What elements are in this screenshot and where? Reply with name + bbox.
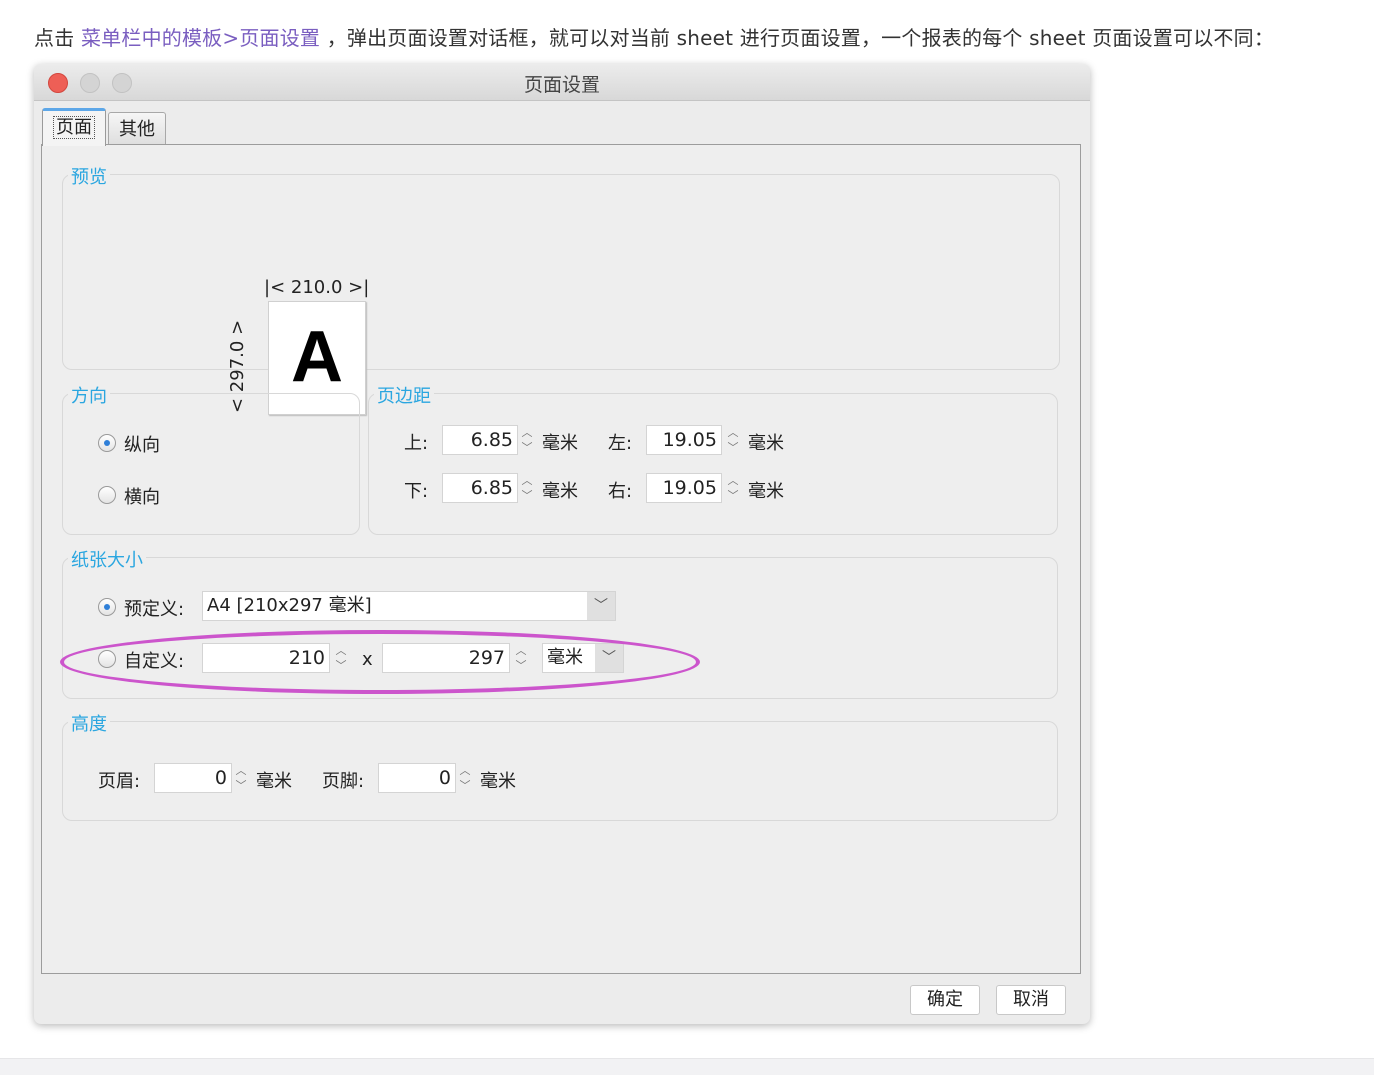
custom-unit-value: 毫米	[547, 647, 583, 668]
footer-unit: 毫米	[480, 771, 516, 792]
custom-unit-select[interactable]: 毫米 ﹀	[542, 643, 624, 673]
preview-height-label: 297.0	[227, 340, 248, 393]
custom-width-field[interactable]: 210	[202, 643, 330, 673]
chevron-up-icon[interactable]: ︿	[726, 425, 740, 440]
footer-height-stepper[interactable]: ︿ ﹀	[458, 763, 472, 793]
predefined-label: 预定义:	[124, 599, 185, 620]
chevron-down-icon[interactable]: ﹀	[514, 658, 528, 673]
custom-label: 自定义:	[124, 651, 185, 672]
times-sign: x	[362, 649, 373, 670]
chevron-up-icon[interactable]: ︿	[334, 643, 348, 658]
preview-width-label: 210.0	[290, 277, 343, 298]
margin-right-label: 右:	[608, 481, 633, 502]
margins-legend: 页边距	[374, 382, 434, 408]
height-legend: 高度	[68, 710, 110, 736]
margin-top-stepper[interactable]: ︿ ﹀	[520, 425, 534, 455]
paper-size-group	[62, 557, 1058, 699]
chevron-up-icon[interactable]: ︿	[458, 763, 472, 778]
chevron-down-icon[interactable]: ﹀	[520, 488, 534, 503]
margin-top-unit: 毫米	[542, 433, 578, 454]
intro-suffix: ，弹出页面设置对话框，就可以对当前 sheet 进行页面设置，一个报表的每个 s…	[326, 26, 1275, 50]
predefined-radio[interactable]	[98, 598, 116, 616]
custom-radio[interactable]	[98, 650, 116, 668]
chevron-down-icon[interactable]: ﹀	[520, 440, 534, 455]
paper-size-legend: 纸张大小	[68, 546, 146, 572]
margins-group	[368, 393, 1058, 535]
margin-top-field[interactable]: 6.85	[442, 425, 518, 455]
chevron-up-icon[interactable]: ︿	[520, 425, 534, 440]
custom-width-stepper[interactable]: ︿ ﹀	[334, 643, 348, 673]
landscape-label: 横向	[124, 487, 160, 508]
header-unit: 毫米	[256, 771, 292, 792]
page-setup-dialog: 页面设置 页面 其他 预览 |< 210.0 >| < 297.0 > A 方向…	[34, 64, 1090, 1024]
custom-height-field[interactable]: 297	[382, 643, 510, 673]
margin-right-stepper[interactable]: ︿ ﹀	[726, 473, 740, 503]
portrait-label: 纵向	[124, 435, 160, 456]
cancel-button[interactable]: 取消	[996, 985, 1066, 1015]
intro-text: 点击 菜单栏中的模板>页面设置 ，弹出页面设置对话框，就可以对当前 sheet …	[34, 22, 1274, 51]
tab-panel: 预览 |< 210.0 >| < 297.0 > A 方向 纵向 横向 页边距 …	[41, 144, 1081, 974]
tab-other[interactable]: 其他	[108, 112, 166, 148]
custom-height-stepper[interactable]: ︿ ﹀	[514, 643, 528, 673]
margin-left-unit: 毫米	[748, 433, 784, 454]
orientation-legend: 方向	[68, 382, 110, 408]
margin-left-field[interactable]: 19.05	[646, 425, 722, 455]
dialog-title: 页面设置	[523, 74, 600, 96]
chevron-down-icon[interactable]: ﹀	[726, 488, 740, 503]
menu-path-link[interactable]: 菜单栏中的模板>页面设置	[81, 26, 320, 50]
chevron-up-icon[interactable]: ︿	[520, 473, 534, 488]
margin-bottom-stepper[interactable]: ︿ ﹀	[520, 473, 534, 503]
portrait-radio[interactable]	[98, 434, 116, 452]
predefined-size-select[interactable]: A4 [210x297 毫米] ﹀	[202, 591, 616, 621]
preview-legend: 预览	[68, 163, 110, 189]
chevron-down-icon[interactable]: ﹀	[587, 592, 615, 620]
tab-page-label: 页面	[53, 116, 95, 139]
intro-prefix: 点击	[34, 26, 75, 50]
page-bottom-strip	[0, 1058, 1374, 1075]
chevron-down-icon[interactable]: ﹀	[458, 778, 472, 793]
ok-button[interactable]: 确定	[910, 985, 980, 1015]
landscape-radio[interactable]	[98, 486, 116, 504]
footer-label: 页脚:	[322, 771, 365, 792]
chevron-down-icon[interactable]: ﹀	[726, 440, 740, 455]
margin-top-label: 上:	[404, 433, 429, 454]
chevron-up-icon[interactable]: ︿	[234, 763, 248, 778]
margin-right-unit: 毫米	[748, 481, 784, 502]
preview-group	[62, 174, 1060, 370]
margin-left-stepper[interactable]: ︿ ﹀	[726, 425, 740, 455]
chevron-down-icon[interactable]: ﹀	[234, 778, 248, 793]
margin-bottom-label: 下:	[404, 481, 429, 502]
header-height-stepper[interactable]: ︿ ﹀	[234, 763, 248, 793]
margin-left-label: 左:	[608, 433, 633, 454]
tab-page[interactable]: 页面	[42, 108, 106, 146]
orientation-group	[62, 393, 360, 535]
title-bar: 页面设置	[34, 64, 1090, 101]
chevron-down-icon[interactable]: ﹀	[334, 658, 348, 673]
preview-width-ruler: |< 210.0 >|	[264, 277, 370, 298]
header-height-field[interactable]: 0	[154, 763, 232, 793]
header-label: 页眉:	[98, 771, 141, 792]
margin-right-field[interactable]: 19.05	[646, 473, 722, 503]
preview-letter: A	[291, 317, 343, 397]
footer-height-field[interactable]: 0	[378, 763, 456, 793]
margin-bottom-unit: 毫米	[542, 481, 578, 502]
chevron-up-icon[interactable]: ︿	[726, 473, 740, 488]
predefined-size-value: A4 [210x297 毫米]	[207, 595, 372, 616]
chevron-up-icon[interactable]: ︿	[514, 643, 528, 658]
chevron-down-icon[interactable]: ﹀	[595, 644, 623, 672]
margin-bottom-field[interactable]: 6.85	[442, 473, 518, 503]
